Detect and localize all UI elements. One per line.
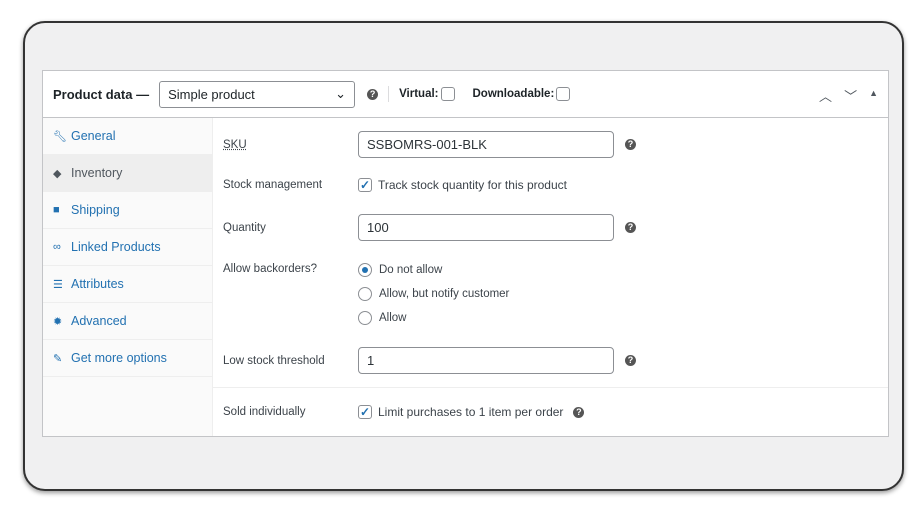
downloadable-checkbox[interactable]	[556, 87, 571, 101]
sold-individually-checkbox[interactable]: ✓	[358, 405, 372, 419]
link-icon: ∞	[53, 241, 61, 253]
sold-individually-label: Sold individually	[223, 406, 306, 418]
radio-button[interactable]	[358, 311, 372, 325]
sidebar-item-linked-products[interactable]: ∞ Linked Products	[43, 229, 212, 266]
divider	[388, 86, 390, 102]
radio-label: Do not allow	[379, 264, 443, 276]
sidebar-item-label: Linked Products	[71, 240, 161, 254]
low-stock-input[interactable]: 1	[358, 347, 614, 374]
sidebar-item-shipping[interactable]: ■ Shipping	[43, 192, 212, 229]
quantity-input[interactable]: 100	[358, 214, 614, 241]
chevron-down-icon: ⌄	[335, 86, 347, 101]
sidebar-item-inventory[interactable]: ◆ Inventory	[43, 155, 212, 192]
radio-allow-notify[interactable]: Allow, but notify customer	[358, 282, 509, 306]
sidebar-item-advanced[interactable]: ✹ Advanced	[43, 303, 212, 340]
product-data-panel: Product data — Simple product ⌄ ? Virtual…	[42, 70, 889, 437]
sidebar-item-label: Advanced	[71, 314, 127, 328]
quantity-label: Quantity	[223, 221, 266, 234]
panel-header: Product data — Simple product ⌄ ? Virtual…	[43, 71, 888, 118]
help-icon[interactable]: ?	[573, 406, 585, 418]
truck-icon: ■	[53, 204, 60, 216]
help-icon[interactable]: ?	[367, 88, 379, 100]
radio-label: Allow	[379, 312, 407, 324]
gear-icon: ✹	[53, 315, 63, 328]
sidebar-item-label: Get more options	[71, 351, 167, 365]
help-icon[interactable]: ?	[625, 222, 636, 233]
virtual-label: Virtual:	[399, 88, 439, 100]
stock-management-checkbox[interactable]: ✓	[358, 178, 372, 192]
sidebar-item-label: General	[71, 129, 116, 143]
sidebar-item-label: Inventory	[71, 166, 123, 180]
help-icon[interactable]: ?	[625, 139, 636, 150]
radio-allow[interactable]: Allow	[358, 306, 509, 330]
tag-icon: ◆	[53, 167, 62, 180]
stock-management-label: Stock management	[223, 179, 323, 191]
move-down-icon[interactable]: ﹀	[844, 86, 857, 105]
inventory-panel: SKU SSBOMRS-001-BLK ? Stock management ✓…	[213, 118, 888, 436]
help-icon[interactable]: ?	[625, 355, 636, 366]
downloadable-label: Downloadable:	[472, 88, 555, 100]
collapse-toggle-icon[interactable]: ▲	[869, 86, 878, 105]
panel-title: Product data —	[53, 86, 150, 102]
plugin-icon: ✎	[53, 352, 63, 365]
sidebar-item-label: Shipping	[71, 203, 120, 217]
backorders-radio-group: Do not allow Allow, but notify customer …	[358, 258, 509, 330]
section-divider	[213, 387, 888, 388]
sold-individually-checkbox-label: Limit purchases to 1 item per order	[378, 405, 564, 419]
stock-management-checkbox-label: Track stock quantity for this product	[378, 178, 567, 192]
product-type-value: Simple product	[168, 86, 255, 102]
sidebar-item-general[interactable]: 🔧︎ General	[43, 118, 212, 155]
low-stock-label: Low stock threshold	[223, 354, 325, 367]
wrench-icon: 🔧︎	[53, 130, 67, 143]
sidebar-item-get-more-options[interactable]: ✎ Get more options	[43, 340, 212, 377]
backorders-label: Allow backorders?	[223, 263, 317, 275]
sidebar-item-label: Attributes	[71, 277, 124, 291]
sidebar-item-attributes[interactable]: ☰ Attributes	[43, 266, 212, 303]
virtual-checkbox-label[interactable]: Virtual:	[399, 87, 455, 101]
product-type-select[interactable]: Simple product ⌄	[159, 80, 356, 108]
radio-button[interactable]	[358, 263, 372, 277]
sku-label: SKU	[223, 138, 247, 151]
sidebar: 🔧︎ General ◆ Inventory ■ Shipping ∞ Linked P…	[43, 118, 213, 436]
sku-input[interactable]: SSBOMRS-001-BLK	[358, 131, 614, 158]
radio-button[interactable]	[358, 287, 372, 301]
list-icon: ☰	[53, 278, 63, 291]
move-up-icon[interactable]: ︿	[819, 86, 832, 105]
downloadable-checkbox-label[interactable]: Downloadable:	[473, 87, 571, 101]
radio-do-not-allow[interactable]: Do not allow	[358, 258, 509, 282]
radio-label: Allow, but notify customer	[379, 288, 510, 300]
virtual-checkbox[interactable]	[440, 87, 455, 101]
